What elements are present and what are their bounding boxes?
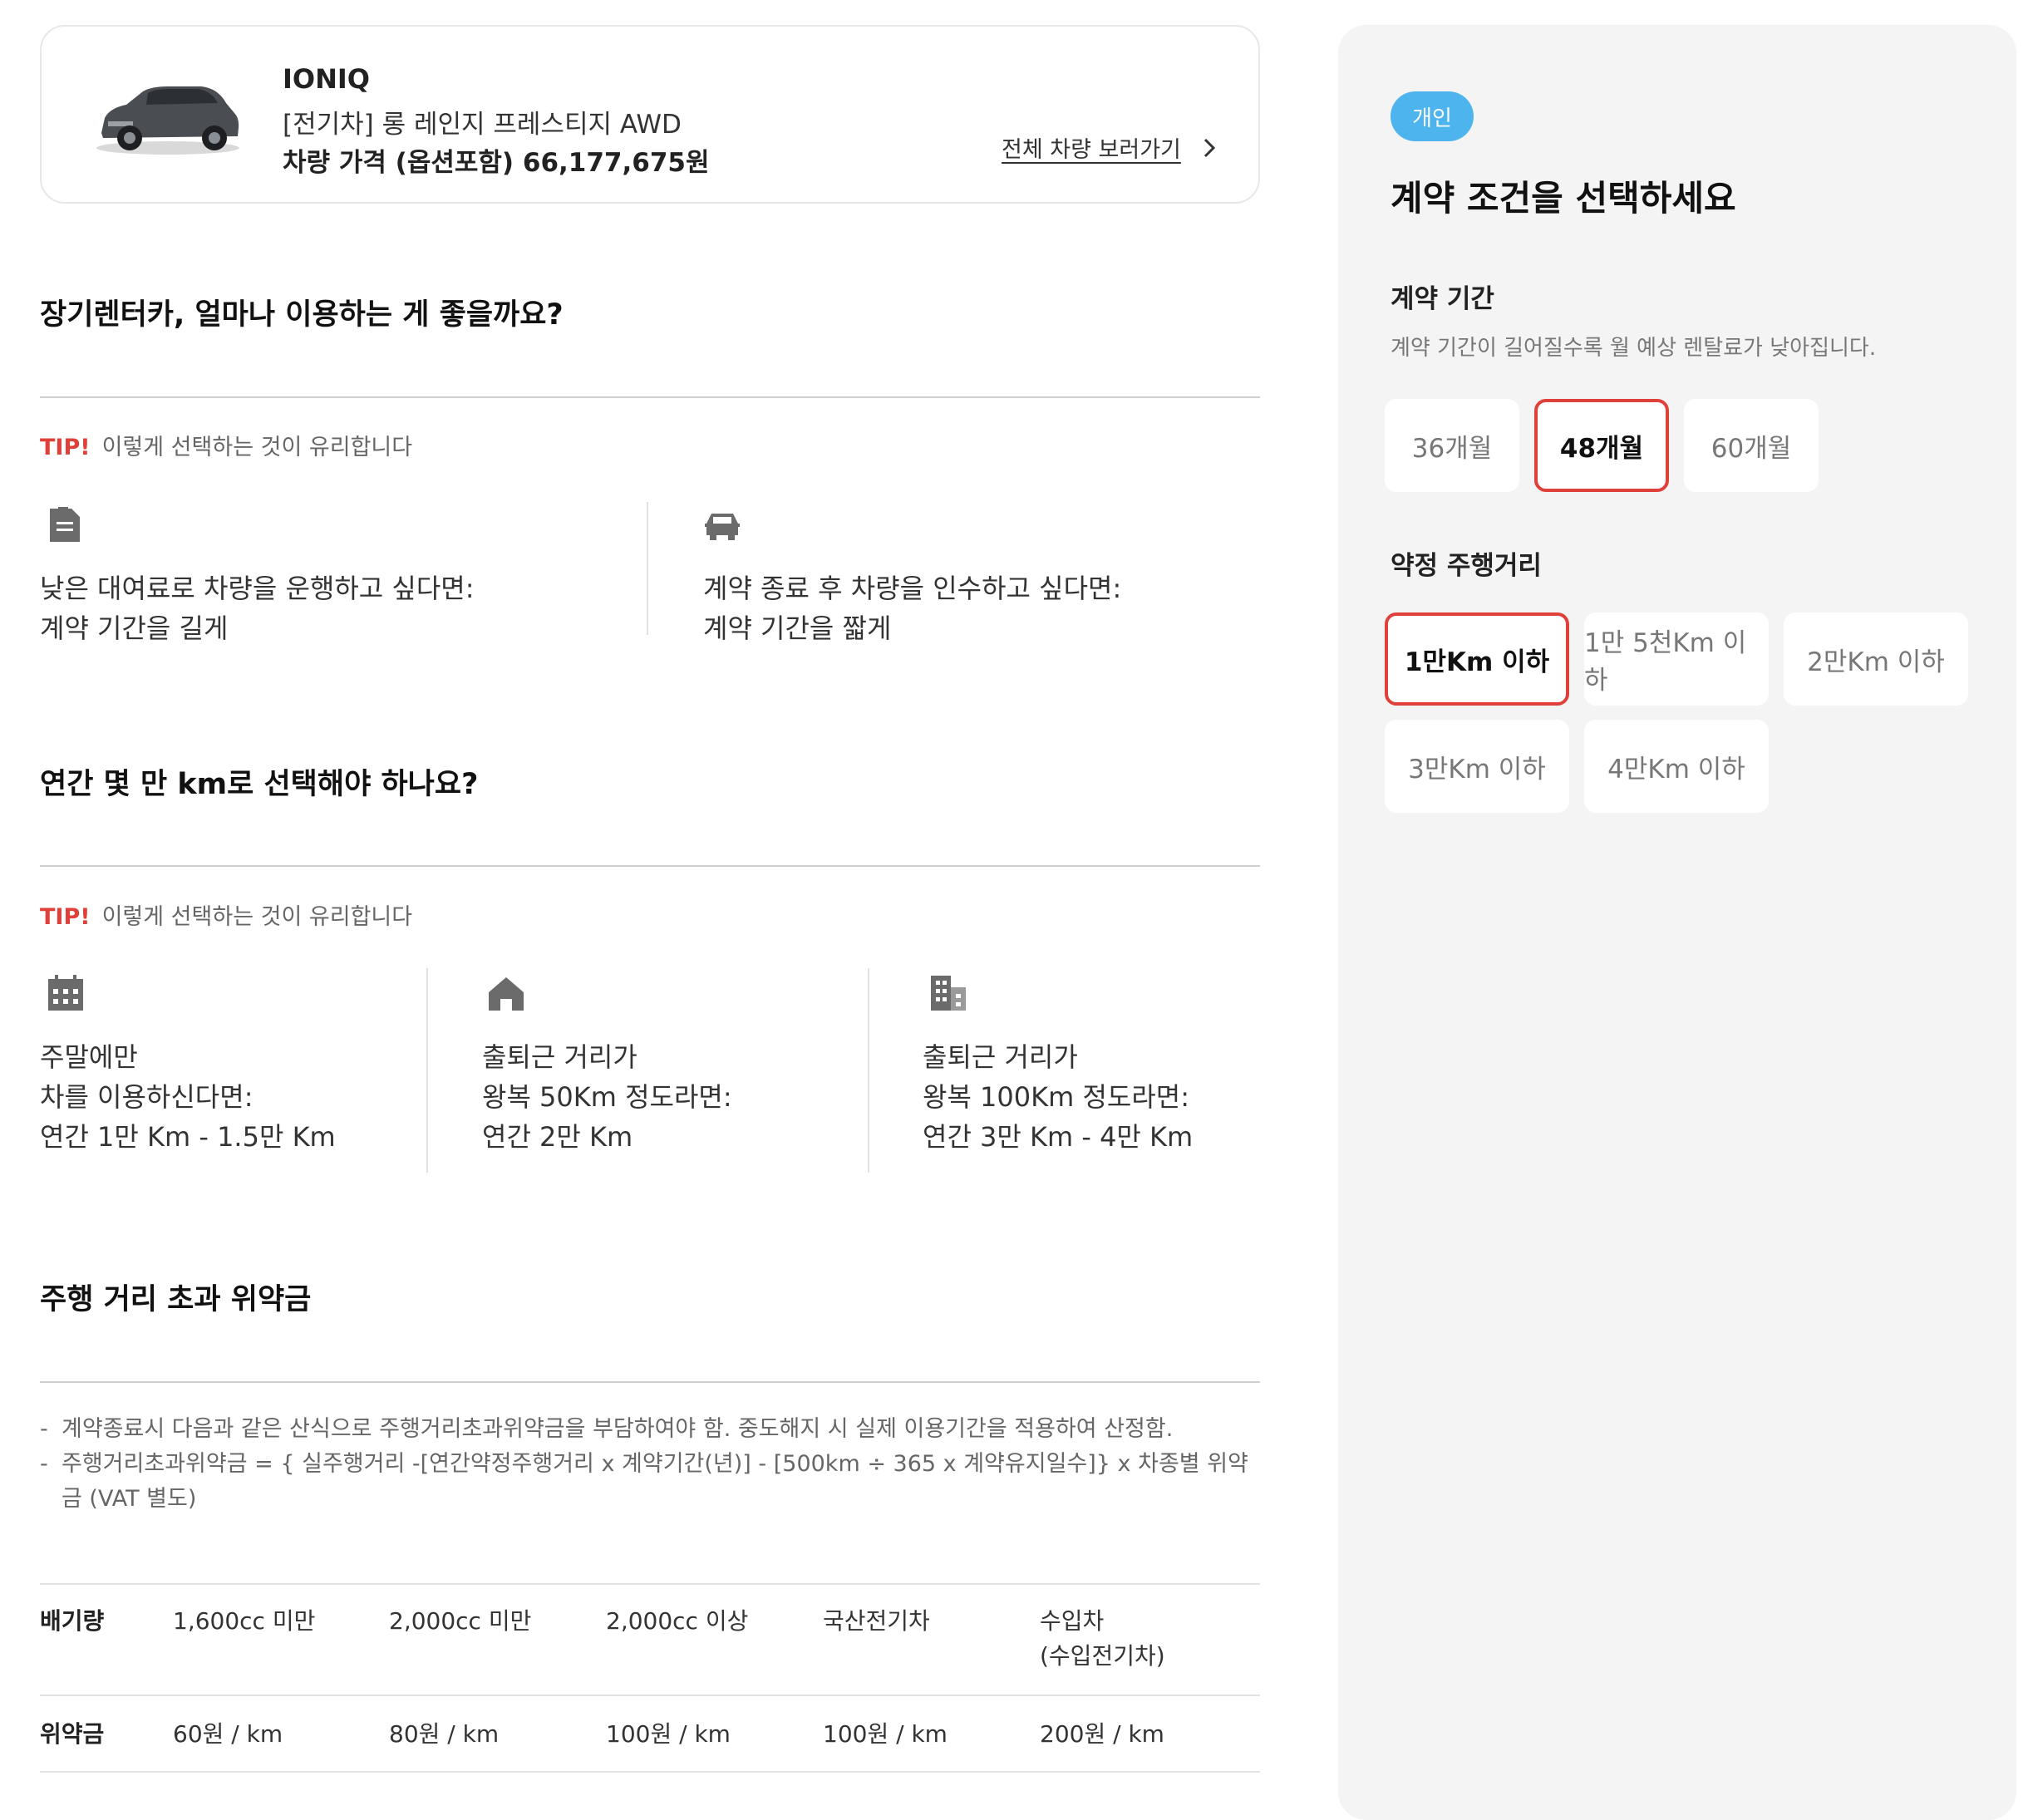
divider — [40, 396, 1260, 398]
chevron-right-icon[interactable] — [1197, 133, 1222, 163]
tip-line: 계약 종료 후 차량을 인수하고 싶다면: — [703, 573, 1122, 604]
car-summary-card: IONIQ [전기차] 롱 레인지 프레스티지 AWD 차량 가격 (옵션포함)… — [40, 25, 1260, 204]
table-cell: 2,000cc 미만 — [389, 1607, 532, 1635]
penalty-heading: 주행 거리 초과 위약금 — [40, 1283, 312, 1316]
tip-item-commute-50: 출퇴근 거리가 왕복 50Km 정도라면: 연간 2만 Km — [482, 1037, 732, 1157]
mileage-option-10k[interactable]: 1만Km 이하 — [1385, 612, 1569, 706]
car-model: IONIQ — [283, 63, 370, 95]
tip-row: TIP! 이렇게 선택하는 것이 유리합니다 — [40, 429, 412, 461]
contract-period-heading: 장기렌터카, 얼마나 이용하는 게 좋을까요? — [40, 298, 564, 332]
car-image — [96, 86, 239, 155]
mileage-option-40k[interactable]: 4만Km 이하 — [1584, 720, 1769, 813]
mileage-label: 약정 주행거리 — [1391, 551, 1542, 581]
note-dash: - — [40, 1416, 48, 1442]
table-row-label: 위약금 — [40, 1720, 105, 1748]
table-cell: 200원 / km — [1040, 1720, 1164, 1748]
calendar-icon — [48, 975, 83, 1011]
table-cell-line: 수입차 — [1040, 1607, 1105, 1635]
table-cell-line: (수입전기차) — [1040, 1642, 1165, 1670]
table-cell: 80원 / km — [389, 1720, 500, 1748]
contract-period-label: 계약 기간 — [1391, 284, 1494, 314]
divider — [40, 865, 1260, 867]
tip-line: 왕복 100Km 정도라면: — [923, 1081, 1189, 1113]
mileage-option-15k[interactable]: 1만 5천Km 이하 — [1584, 612, 1769, 706]
penalty-formula-note: - 주행거리초과위약금 = { 실주행거리 -[연간약정주행거리 x 계약기간(년… — [40, 1447, 1253, 1517]
tip-item-commute-100: 출퇴근 거리가 왕복 100Km 정도라면: 연간 3만 Km - 4만 Km — [923, 1037, 1193, 1157]
table-border — [40, 1695, 1260, 1696]
table-border — [40, 1583, 1260, 1585]
tip-line: 연간 1만 Km - 1.5만 Km — [40, 1121, 336, 1153]
clipboard-icon — [50, 507, 80, 542]
panel-title: 계약 조건을 선택하세요 — [1391, 178, 1736, 219]
table-cell: 2,000cc 이상 — [606, 1607, 749, 1635]
view-all-cars-link[interactable]: 전체 차량 보러가기 — [1002, 131, 1181, 164]
column-separator — [426, 968, 428, 1173]
tip-line: 차를 이용하신다면: — [40, 1081, 254, 1113]
tip-item-weekend: 주말에만 차를 이용하신다면: 연간 1만 Km - 1.5만 Km — [40, 1037, 336, 1157]
table-cell: 수입차 (수입전기차) — [1040, 1604, 1165, 1674]
tip-line: 계약 기간을 짧게 — [703, 612, 892, 644]
tip-line: 계약 기간을 길게 — [40, 612, 229, 644]
car-trim: [전기차] 롱 레인지 프레스티지 AWD — [283, 110, 682, 140]
period-option-60[interactable]: 60개월 — [1684, 399, 1819, 492]
tip-line: 왕복 50Km 정도라면: — [482, 1081, 732, 1113]
tip-item-short-period: 계약 종료 후 차량을 인수하고 싶다면: 계약 기간을 짧게 — [703, 568, 1121, 648]
tip-line: 주말에만 — [40, 1041, 138, 1073]
tip-line: 출퇴근 거리가 — [482, 1041, 637, 1073]
note-text: 계약종료시 다음과 같은 산식으로 주행거리초과위약금을 부담하여야 함. 중도… — [62, 1416, 1174, 1442]
tip-text: 이렇게 선택하는 것이 유리합니다 — [101, 435, 413, 460]
table-cell: 1,600cc 미만 — [173, 1607, 316, 1635]
annual-mileage-heading: 연간 몇 만 km로 선택해야 하나요? — [40, 768, 479, 801]
customer-type-badge: 개인 — [1391, 91, 1474, 141]
car-price: 차량 가격 (옵션포함) 66,177,675원 — [283, 148, 710, 178]
tip-label: TIP! — [40, 435, 91, 460]
column-separator — [647, 502, 648, 635]
note-dash: - — [40, 1451, 48, 1477]
table-cell: 100원 / km — [823, 1720, 948, 1748]
period-option-36[interactable]: 36개월 — [1385, 399, 1519, 492]
column-separator — [868, 968, 869, 1173]
contract-period-description: 계약 기간이 길어질수록 월 예상 렌탈료가 낮아집니다. — [1391, 336, 1877, 361]
tip-line: 낮은 대여료로 차량을 운행하고 싶다면: — [40, 573, 475, 604]
car-front-icon — [705, 514, 740, 540]
tip-line: 연간 3만 Km - 4만 Km — [923, 1121, 1194, 1153]
penalty-note: - 계약종료시 다음과 같은 산식으로 주행거리초과위약금을 부담하여야 함. 중… — [40, 1412, 1253, 1447]
tip-line: 출퇴근 거리가 — [923, 1041, 1078, 1073]
mileage-option-20k[interactable]: 2만Km 이하 — [1784, 612, 1968, 706]
divider — [40, 1381, 1260, 1383]
tip-item-long-period: 낮은 대여료로 차량을 운행하고 싶다면: 계약 기간을 길게 — [40, 568, 475, 648]
tip-text: 이렇게 선택하는 것이 유리합니다 — [101, 904, 413, 930]
table-cell: 국산전기차 — [823, 1607, 930, 1635]
table-row-label: 배기량 — [40, 1607, 105, 1635]
house-icon — [489, 977, 524, 1011]
tip-line: 연간 2만 Km — [482, 1121, 633, 1153]
table-border — [40, 1771, 1260, 1773]
tip-label: TIP! — [40, 904, 91, 930]
table-cell: 100원 / km — [606, 1720, 731, 1748]
note-text-continued: 금 (VAT 별도) — [62, 1486, 197, 1512]
note-text: 주행거리초과위약금 = { 실주행거리 -[연간약정주행거리 x 계약기간(년)… — [62, 1451, 1248, 1477]
office-building-icon — [931, 976, 966, 1011]
tip-row: TIP! 이렇게 선택하는 것이 유리합니다 — [40, 898, 412, 931]
table-cell: 60원 / km — [173, 1720, 283, 1748]
period-option-48[interactable]: 48개월 — [1534, 399, 1669, 492]
mileage-option-30k[interactable]: 3만Km 이하 — [1385, 720, 1569, 813]
